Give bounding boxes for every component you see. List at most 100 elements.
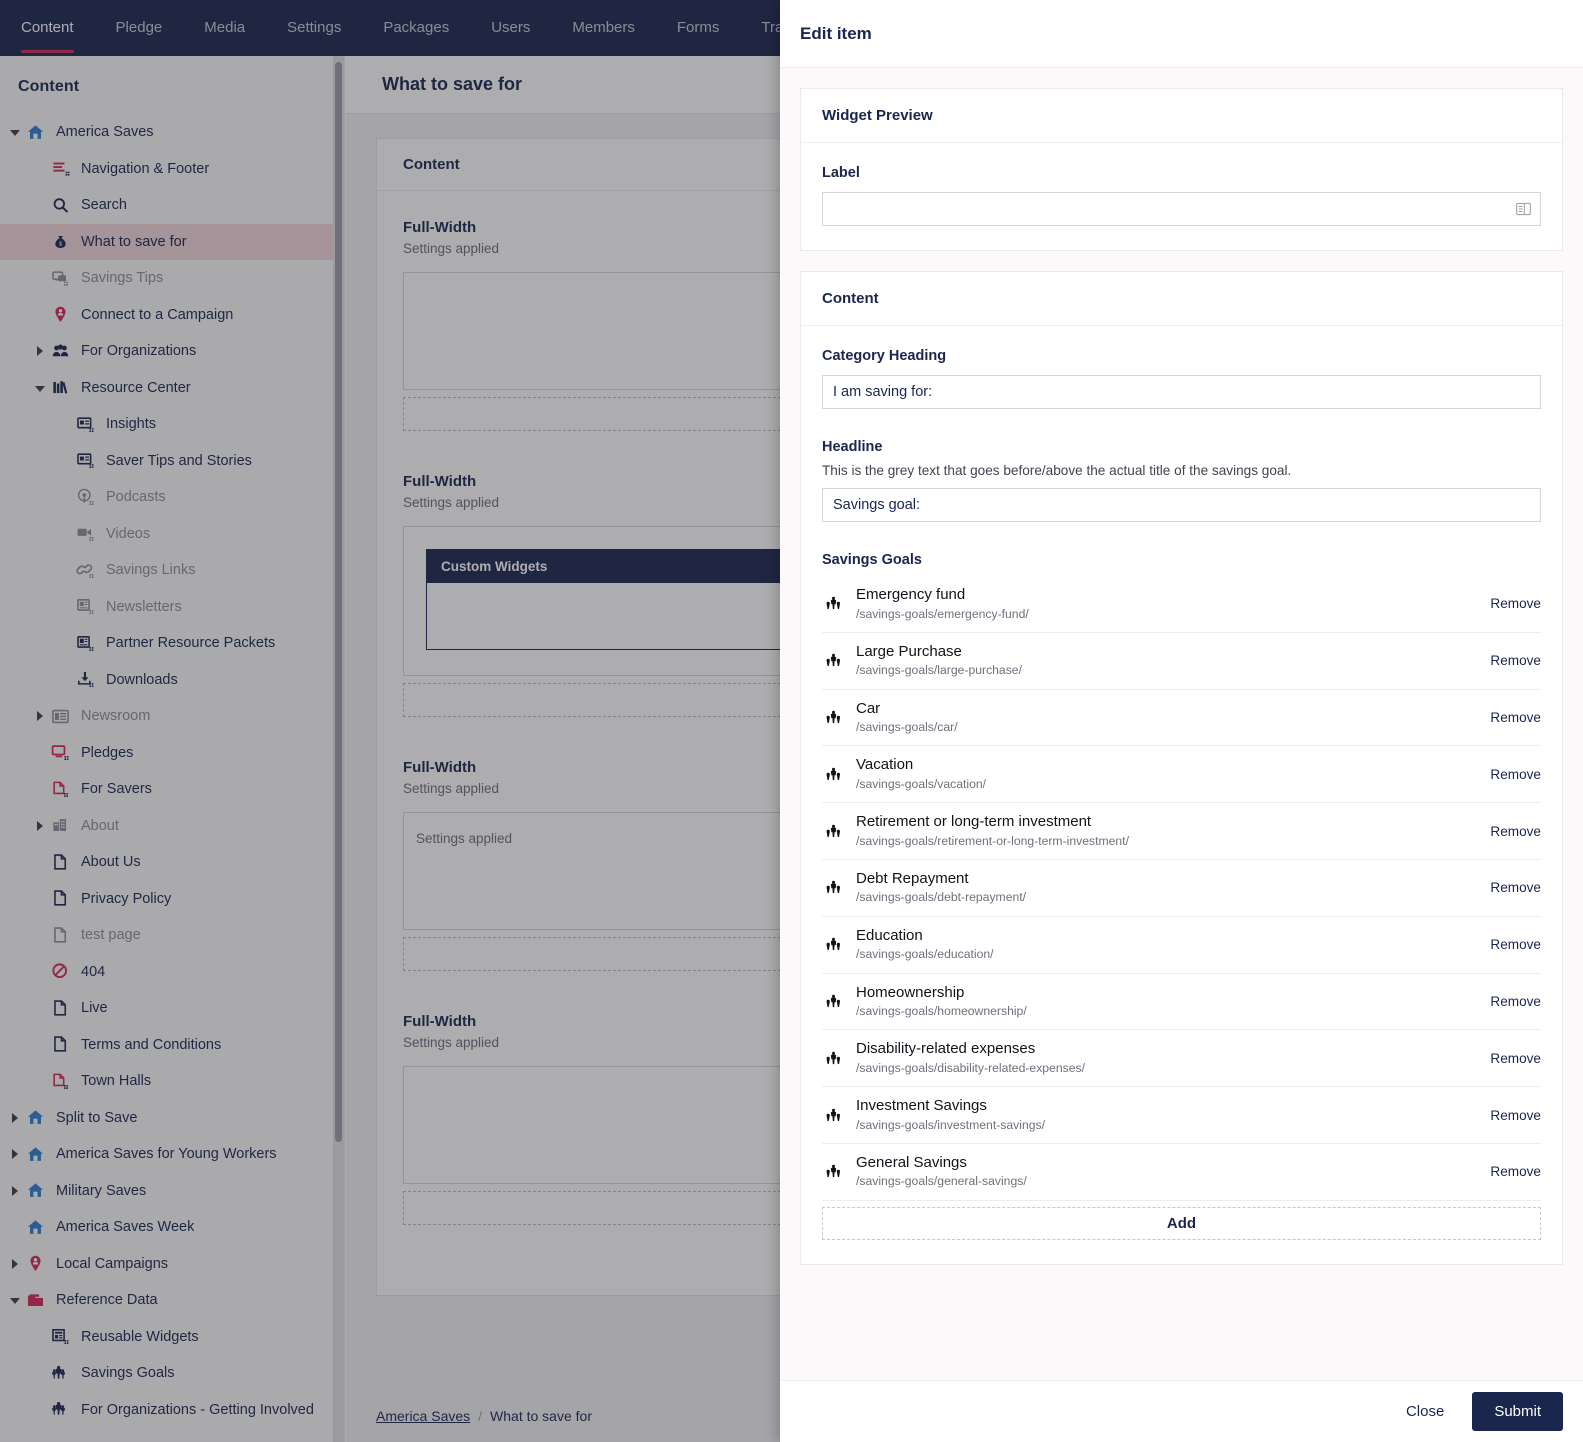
remove-goal-button[interactable]: Remove [1478,880,1541,895]
sidebar-item-terms-and-conditions[interactable]: Terms and Conditions [0,1027,344,1064]
topnav-item-media[interactable]: Media [183,0,266,56]
category-heading-input[interactable] [822,375,1541,409]
sidebar-item-downloads[interactable]: Downloads [0,662,344,699]
sidebar-item-split-to-save[interactable]: Split to Save [0,1100,344,1137]
remove-goal-button[interactable]: Remove [1478,596,1541,611]
chevron-right-icon[interactable] [33,819,47,833]
sidebar-item-podcasts[interactable]: Podcasts [0,479,344,516]
sidebar-item-label: Newsroom [81,708,151,725]
sidebar-item-savings-goals[interactable]: Savings Goals [0,1355,344,1392]
chevron-right-icon[interactable] [8,1147,22,1161]
chevron-down-icon[interactable] [33,381,47,395]
topnav-item-content[interactable]: Content [0,0,95,56]
add-goal-button[interactable]: Add [822,1206,1541,1240]
sidebar-item-insights[interactable]: Insights [0,406,344,443]
sidebar-item-reference-data[interactable]: Reference Data [0,1282,344,1319]
savings-goal-row[interactable]: Retirement or long-term investment/savin… [822,803,1541,860]
sidebar-item-saver-tips-and-stories[interactable]: Saver Tips and Stories [0,443,344,480]
savings-goal-row[interactable]: Vacation/savings-goals/vacation/Remove [822,746,1541,804]
home-icon [24,121,46,143]
chevron-down-icon[interactable] [8,1293,22,1307]
page-red-icon [49,1070,71,1092]
sidebar-item-label: Reusable Widgets [81,1328,199,1345]
topnav-item-forms[interactable]: Forms [656,0,741,56]
savings-goal-row[interactable]: General Savings/savings-goals/general-sa… [822,1144,1541,1201]
remove-goal-button[interactable]: Remove [1478,1164,1541,1179]
sidebar-scrollbar-thumb[interactable] [335,62,342,1142]
sidebar-item-label: Savings Goals [81,1365,175,1382]
group-icon [49,340,71,362]
category-heading-label: Category Heading [822,348,947,364]
remove-goal-button[interactable]: Remove [1478,994,1541,1009]
sidebar-item-military-saves[interactable]: Military Saves [0,1173,344,1210]
sidebar-item-america-saves-for-young-workers[interactable]: America Saves for Young Workers [0,1136,344,1173]
remove-goal-button[interactable]: Remove [1478,767,1541,782]
sidebar-item-404[interactable]: 404 [0,954,344,991]
sidebar-item-partner-resource-packets[interactable]: Partner Resource Packets [0,625,344,662]
remove-goal-button[interactable]: Remove [1478,653,1541,668]
label-input[interactable] [822,192,1541,226]
sidebar-item-newsletters[interactable]: Newsletters [0,589,344,626]
savings-goal-row[interactable]: Disability-related expenses/savings-goal… [822,1030,1541,1088]
topnav-item-packages[interactable]: Packages [362,0,470,56]
close-button[interactable]: Close [1392,1395,1458,1428]
sidebar-item-for-organizations[interactable]: For Organizations [0,333,344,370]
remove-goal-button[interactable]: Remove [1478,710,1541,725]
breadcrumb-root-link[interactable]: America Saves [376,1408,470,1424]
sidebar-item-newsroom[interactable]: Newsroom [0,698,344,735]
savings-goal-row[interactable]: Homeownership/savings-goals/homeownershi… [822,974,1541,1031]
savings-goal-row[interactable]: Education/savings-goals/education/Remove [822,917,1541,974]
topnav-item-settings[interactable]: Settings [266,0,362,56]
sidebar-item-town-halls[interactable]: Town Halls [0,1063,344,1100]
chevron-right-icon[interactable] [33,344,47,358]
sidebar-item-savings-tips[interactable]: Savings Tips [0,260,344,297]
sidebar-item-local-campaigns[interactable]: Local Campaigns [0,1246,344,1283]
sidebar-item-search[interactable]: Search [0,187,344,224]
chevron-down-icon[interactable] [8,125,22,139]
submit-button[interactable]: Submit [1472,1392,1563,1431]
sidebar-item-reusable-widgets[interactable]: Reusable Widgets [0,1319,344,1356]
sidebar-title: Content [18,78,80,95]
sidebar-item-test-page[interactable]: test page [0,917,344,954]
savings-goal-row[interactable]: Investment Savings/savings-goals/investm… [822,1087,1541,1144]
sidebar-item-savings-links[interactable]: Savings Links [0,552,344,589]
sidebar-item-resource-center[interactable]: Resource Center [0,370,344,407]
sidebar-item-about[interactable]: About [0,808,344,845]
chevron-right-icon[interactable] [33,709,47,723]
savings-goal-row[interactable]: Emergency fund/savings-goals/emergency-f… [822,576,1541,633]
topnav-item-users[interactable]: Users [470,0,551,56]
sidebar-item-connect-to-a-campaign[interactable]: Connect to a Campaign [0,297,344,334]
chevron-right-icon[interactable] [8,1184,22,1198]
widget-icon [49,1326,71,1348]
people-icon [49,1362,71,1384]
savings-goal-row[interactable]: Debt Repayment/savings-goals/debt-repaym… [822,860,1541,917]
sidebar-item-about-us[interactable]: About Us [0,844,344,881]
remove-goal-button[interactable]: Remove [1478,937,1541,952]
remove-goal-button[interactable]: Remove [1478,1051,1541,1066]
chevron-right-icon[interactable] [8,1257,22,1271]
savings-goal-row[interactable]: Car/savings-goals/car/Remove [822,690,1541,747]
sidebar-item-pledges[interactable]: Pledges [0,735,344,772]
edit-item-scroll-area[interactable]: Widget Preview Label Content Category He… [780,68,1583,1380]
sidebar-item-videos[interactable]: Videos [0,516,344,553]
savings-goal-row[interactable]: Large Purchase/savings-goals/large-purch… [822,633,1541,690]
sidebar-item-label: Navigation & Footer [81,160,210,177]
sidebar-item-for-savers[interactable]: For Savers [0,771,344,808]
sidebar-item-for-organizations-getting-involved[interactable]: For Organizations - Getting Involved [0,1392,344,1429]
remove-goal-button[interactable]: Remove [1478,1108,1541,1123]
widget-picker-icon[interactable] [1515,201,1532,218]
sidebar-item-america-saves[interactable]: America Saves [0,114,344,151]
sidebar-item-live[interactable]: Live [0,990,344,1027]
headline-input[interactable] [822,488,1541,522]
topnav-item-members[interactable]: Members [551,0,656,56]
savings-goal-url: /savings-goals/emergency-fund/ [856,606,1029,621]
chevron-right-icon[interactable] [8,1111,22,1125]
sidebar-item-privacy-policy[interactable]: Privacy Policy [0,881,344,918]
sidebar-item-what-to-save-for[interactable]: $ What to save for [0,223,344,260]
remove-goal-button[interactable]: Remove [1478,824,1541,839]
savings-goals-label: Savings Goals [822,552,922,568]
topnav-item-pledge[interactable]: Pledge [95,0,184,56]
sidebar-item-navigation-footer[interactable]: Navigation & Footer [0,151,344,188]
savings-goal-url: /savings-goals/homeownership/ [856,1004,1027,1019]
sidebar-item-america-saves-week[interactable]: America Saves Week [0,1209,344,1246]
